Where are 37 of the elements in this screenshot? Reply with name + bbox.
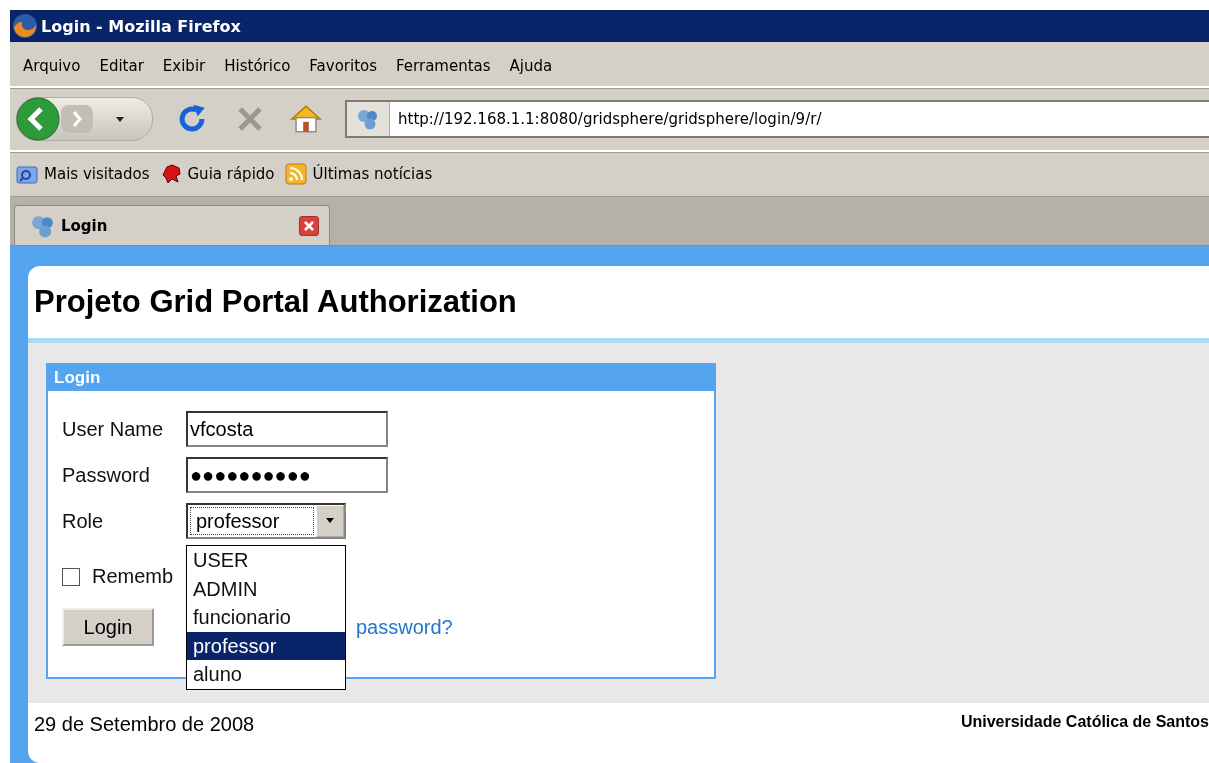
menu-item[interactable]: Editar xyxy=(92,57,156,75)
menu-item[interactable]: Ajuda xyxy=(502,57,565,75)
menu-item[interactable]: Histórico xyxy=(217,57,303,75)
feed-icon xyxy=(284,163,307,185)
bookmark-item[interactable]: Últimas notícias xyxy=(284,163,433,185)
address-bar[interactable]: http://192.168.1.1:8080/gridsphere/gridsphere/login/9/r/ xyxy=(345,100,1209,138)
footer-organization: Universidade Católica de Santos xyxy=(960,713,1209,731)
footer-date: 29 de Setembro de 2008 xyxy=(34,713,255,736)
back-button[interactable] xyxy=(16,97,60,141)
bookmark-item[interactable]: Mais visitados xyxy=(16,164,150,184)
dropdown-option[interactable]: professor xyxy=(187,631,345,661)
menu-item[interactable]: Arquivo xyxy=(16,57,93,75)
menu-item[interactable]: Ferramentas xyxy=(389,57,503,75)
password-link[interactable]: password? xyxy=(356,615,453,639)
bookmark-item[interactable]: Guia rápido xyxy=(159,163,275,185)
window-title: Login - Mozilla Firefox xyxy=(41,16,241,36)
menu-item[interactable]: Exibir xyxy=(155,57,218,75)
menu-item[interactable]: Favoritos xyxy=(302,57,390,75)
field-label: Password xyxy=(62,463,151,487)
input-field[interactable]: ●●●●●●●●●● xyxy=(186,457,388,493)
field-label: User Name xyxy=(62,417,165,441)
site-icon xyxy=(31,213,55,238)
input-field[interactable]: vfcosta xyxy=(186,411,388,447)
login-button[interactable]: Login xyxy=(62,608,154,646)
close-icon xyxy=(303,219,315,232)
role-select[interactable]: professor xyxy=(186,503,346,539)
page-title: Projeto Grid Portal Authorization xyxy=(34,284,517,320)
close-button[interactable] xyxy=(299,215,319,236)
browser-tab[interactable]: Login xyxy=(14,205,330,245)
checkbox[interactable] xyxy=(62,567,80,586)
checkbox-label: Rememb xyxy=(92,565,174,588)
site-icon xyxy=(357,108,379,130)
folder-search-icon xyxy=(16,164,38,184)
panel-title: Login xyxy=(54,368,101,388)
browser-logo-icon xyxy=(12,13,38,39)
caret-icon xyxy=(324,517,336,525)
field-label: Role xyxy=(62,509,105,533)
